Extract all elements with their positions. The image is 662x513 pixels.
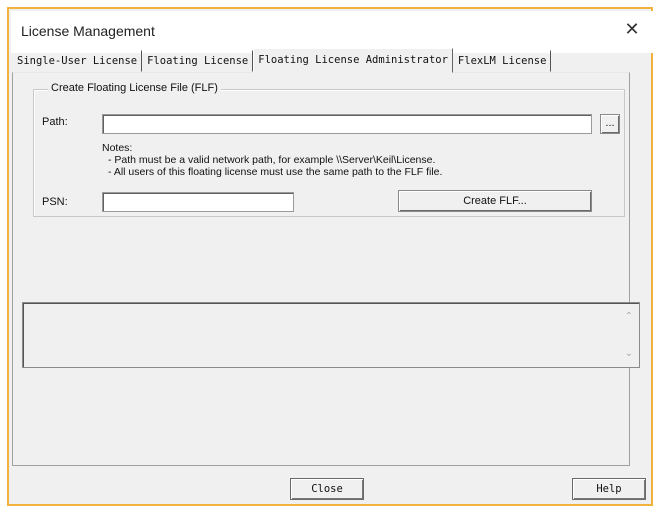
note-network-path: - Path must be a valid network path, for…: [108, 154, 436, 166]
title-bar: License Management ✕: [11, 11, 653, 53]
close-icon[interactable]: ✕: [621, 19, 643, 41]
tab-strip: Single-User License Floating License Flo…: [12, 48, 552, 73]
flf-groupbox: Create Floating License File (FLF) Path:…: [33, 82, 625, 217]
path-label: Path:: [42, 116, 68, 128]
scroll-down-icon[interactable]: ⌄: [623, 348, 635, 359]
tab-floating-license[interactable]: Floating License: [142, 50, 254, 72]
notes-title: Notes:: [102, 142, 133, 154]
tab-floating-license-administrator[interactable]: Floating License Administrator: [253, 48, 453, 73]
tab-single-user-license[interactable]: Single-User License: [12, 50, 143, 72]
close-button[interactable]: Close: [290, 478, 364, 500]
tab-panel: Create Floating License File (FLF) Path:…: [12, 72, 630, 466]
browse-button[interactable]: ...: [600, 114, 620, 134]
help-button[interactable]: Help: [572, 478, 646, 500]
path-input[interactable]: [102, 114, 592, 134]
note-same-path: - All users of this floating license mus…: [108, 166, 443, 178]
tab-flexlm-license[interactable]: FlexLM License: [453, 50, 552, 72]
psn-label: PSN:: [42, 196, 68, 208]
window-title: License Management: [21, 23, 155, 39]
notes-block: Notes: - Path must be a valid network pa…: [102, 142, 442, 178]
status-output-box: ⌃ ⌄: [22, 302, 640, 368]
flf-group-legend: Create Floating License File (FLF): [48, 82, 221, 94]
psn-input[interactable]: [102, 192, 294, 212]
scroll-up-icon[interactable]: ⌃: [623, 311, 635, 322]
create-flf-button[interactable]: Create FLF...: [398, 190, 592, 212]
